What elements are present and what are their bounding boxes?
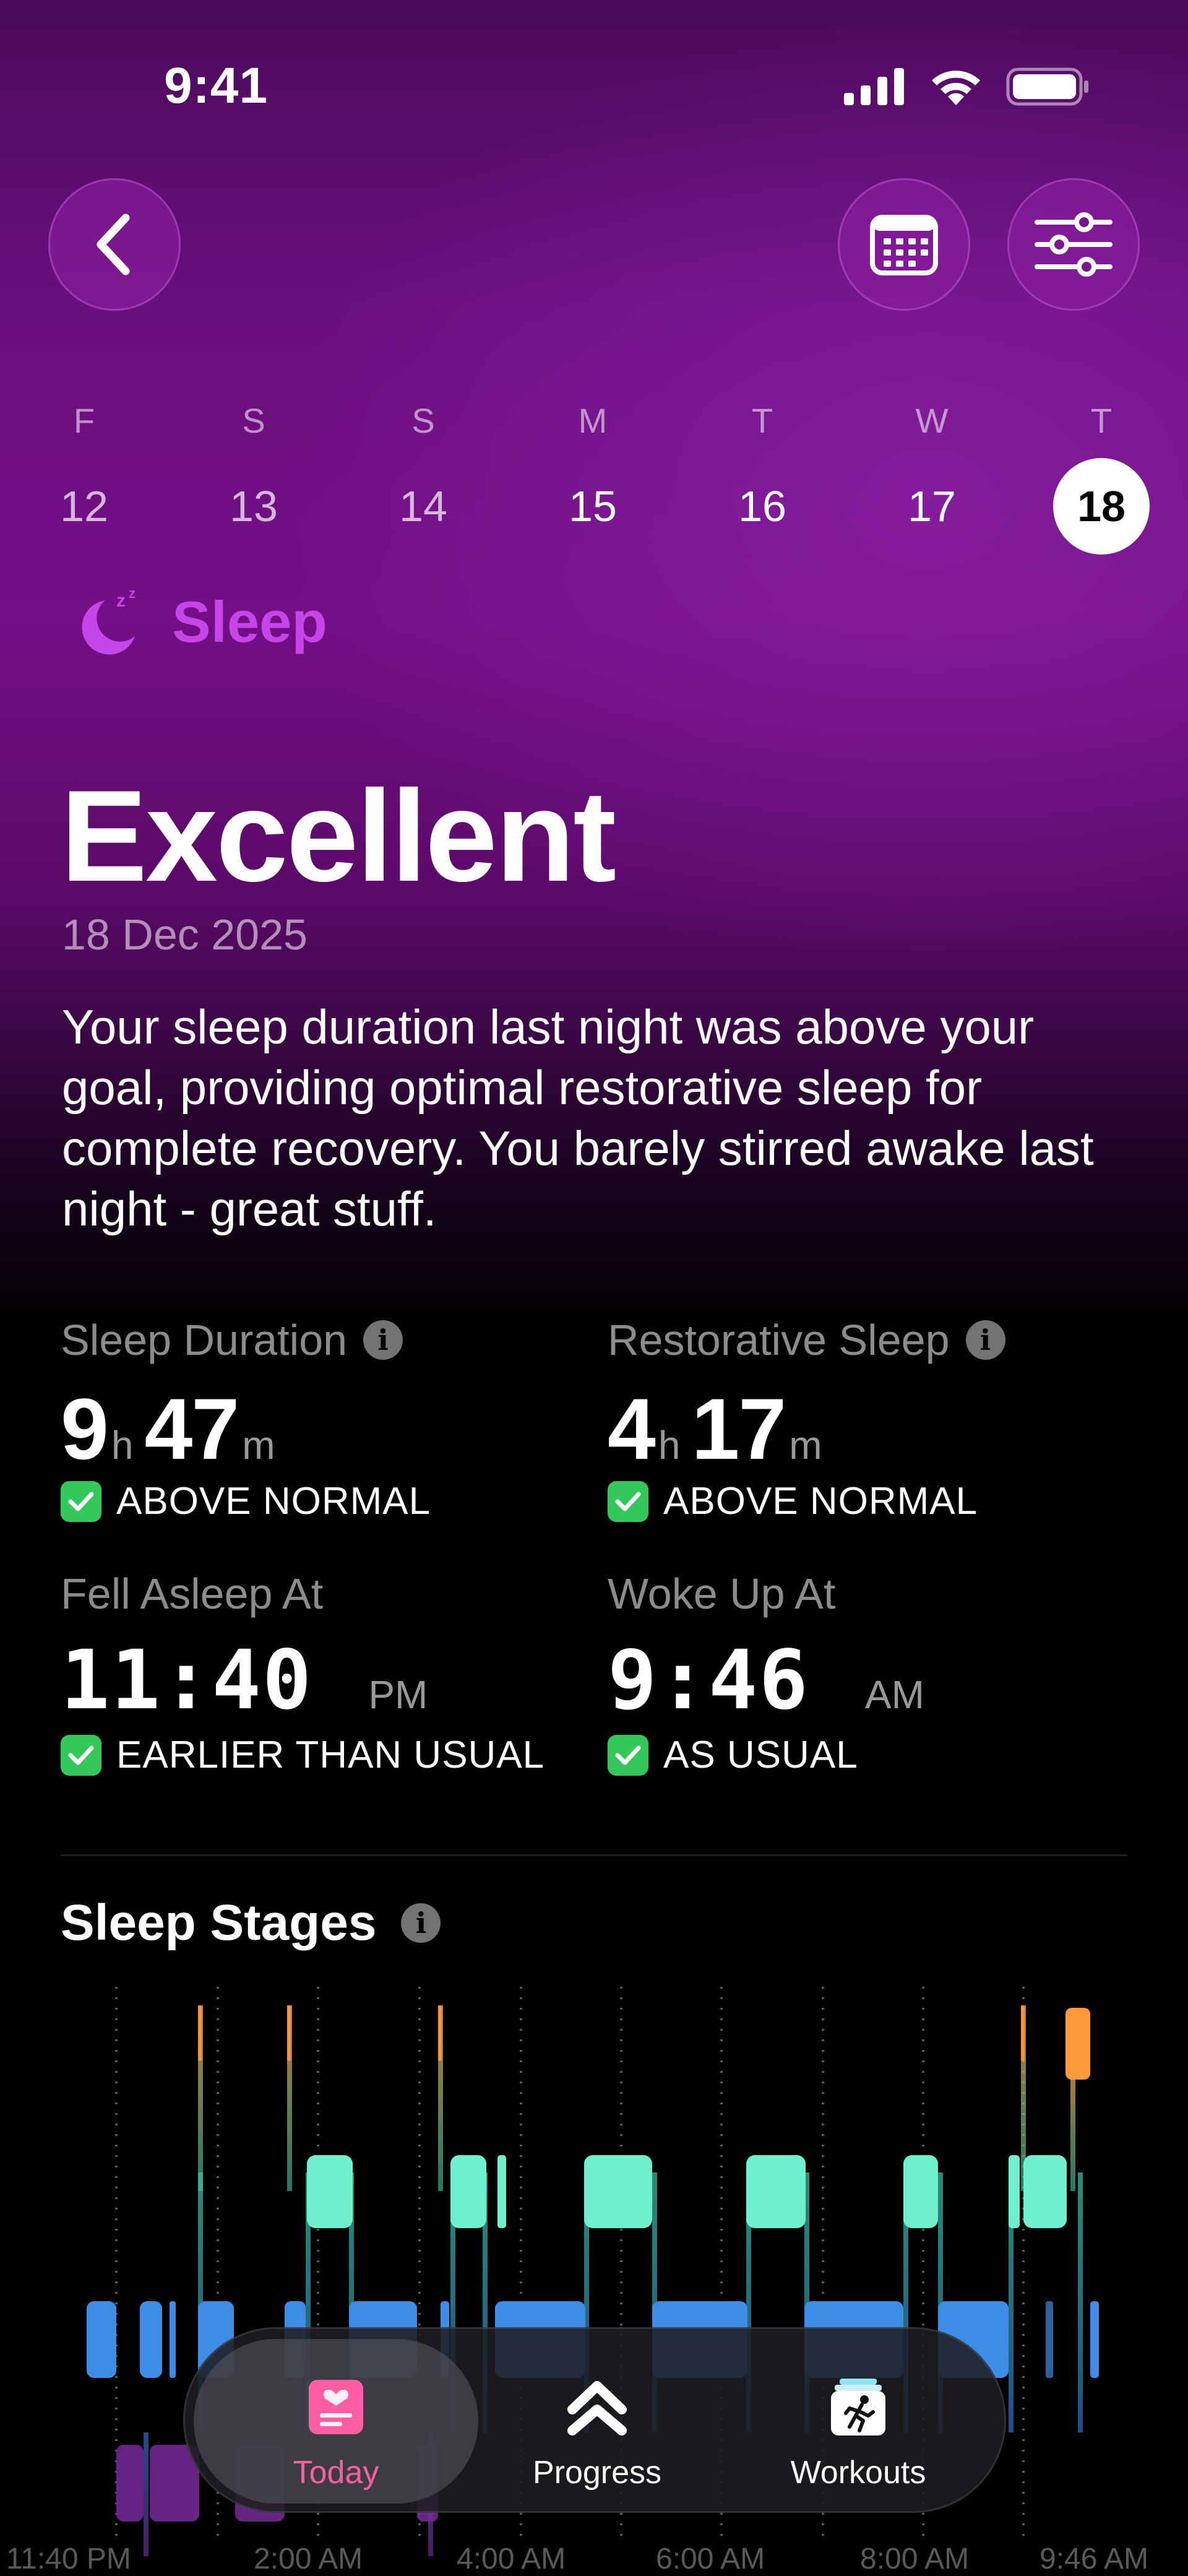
metric-status: EARLIER THAN USUAL (61, 1733, 568, 1777)
day-letter: T (751, 401, 773, 440)
cellular-signal-icon (844, 68, 904, 105)
chevron-left-icon (97, 214, 130, 275)
sleep-stages-title: Sleep Stages (61, 1895, 377, 1951)
axis-label: 2:00 AM (254, 2543, 363, 2575)
section-divider (61, 1854, 1127, 1856)
status-icons (844, 67, 1089, 106)
axis-label: 4:00 AM (457, 2543, 566, 2575)
day-wed-17[interactable]: W 17 (882, 396, 981, 555)
day-letter: F (73, 401, 95, 440)
stage-rem (307, 2155, 1067, 2228)
info-icon[interactable]: i (401, 1903, 441, 1943)
day-number: 12 (60, 482, 108, 530)
chart-axis-labels: 11:40 PM 2:00 AM 4:00 AM 6:00 AM 8:00 AM… (6, 2543, 1148, 2575)
axis-label: 9:46 AM (1040, 2543, 1148, 2575)
battery-icon (1006, 67, 1088, 106)
calendar-icon (870, 215, 938, 275)
status-time: 9:41 (164, 58, 269, 114)
metric-label: Woke Up At (608, 1570, 836, 1618)
metric-restorative-sleep: Restorative Sleep i 4 h 17 m ABOVE NORMA… (608, 1312, 1115, 1523)
day-letter: S (411, 401, 435, 440)
metric-value: 9:46 AM (608, 1633, 924, 1728)
metric-value: 9 h 47 m (61, 1380, 275, 1477)
day-number: 15 (569, 482, 617, 530)
metric-fell-asleep: Fell Asleep At 11:40 PM EARLIER THAN USU… (61, 1566, 568, 1777)
day-mon-15[interactable]: M 15 (543, 396, 642, 555)
sleep-date: 18 Dec 2025 (62, 910, 308, 959)
day-number: 14 (399, 482, 447, 530)
week-day-selector: F 12 S 13 S 14 M 15 T 16 W 17 T 18 (0, 396, 1188, 557)
day-letter: S (242, 401, 265, 440)
metric-sleep-duration: Sleep Duration i 9 h 47 m ABOVE NORMAL (61, 1312, 568, 1523)
day-letter: W (915, 401, 949, 440)
metric-label: Sleep Duration i (61, 1312, 568, 1368)
tab-progress[interactable]: Progress (455, 2339, 739, 2504)
bottom-tab-bar: Today Progress Workouts (183, 2327, 1006, 2513)
sleep-stages-header: Sleep Stages i (61, 1894, 441, 1952)
metric-status: ABOVE NORMAL (608, 1479, 1115, 1523)
day-letter: M (578, 401, 608, 440)
svg-text:z: z (129, 588, 136, 601)
axis-label: 8:00 AM (860, 2543, 969, 2575)
tab-label: Progress (532, 2455, 662, 2491)
metric-label: Restorative Sleep i (608, 1312, 1115, 1368)
journal-heart-icon (309, 2380, 363, 2434)
checkmark-icon (61, 1734, 101, 1776)
filter-settings-button[interactable] (1007, 178, 1140, 311)
svg-text:z: z (116, 590, 126, 611)
day-tue-16[interactable]: T 16 (713, 396, 812, 555)
checkmark-icon (608, 1734, 648, 1776)
checkmark-icon (61, 1480, 101, 1522)
sliders-icon (1035, 212, 1113, 277)
axis-label: 11:40 PM (6, 2543, 131, 2575)
day-number: 13 (230, 482, 278, 530)
tab-label: Today (293, 2455, 379, 2491)
wifi-icon (932, 71, 980, 105)
metric-status: ABOVE NORMAL (61, 1479, 568, 1523)
metric-value: 4 h 17 m (608, 1380, 822, 1477)
sleep-summary: Your sleep duration last night was above… (62, 1000, 1094, 1236)
metric-woke-up: Woke Up At 9:46 AM AS USUAL (608, 1566, 1115, 1777)
info-icon[interactable]: i (965, 1320, 1005, 1360)
metric-value: 11:40 PM (61, 1633, 428, 1728)
day-fri-12[interactable]: F 12 (35, 396, 134, 555)
calendar-button[interactable] (838, 178, 970, 311)
day-letter: T (1090, 401, 1113, 440)
checkmark-icon (608, 1480, 648, 1522)
day-number: 18 (1053, 458, 1150, 555)
axis-label: 6:00 AM (656, 2543, 765, 2575)
day-sun-14[interactable]: S 14 (374, 396, 473, 555)
chevrons-up-icon (567, 2381, 627, 2436)
category-label: Sleep (172, 589, 327, 654)
sleep-category: z z Sleep (73, 588, 327, 656)
tab-label: Workouts (790, 2455, 926, 2491)
stage-awake (198, 2005, 1090, 2080)
day-thu-18-selected[interactable]: T 18 (1052, 396, 1151, 555)
metric-status: AS USUAL (608, 1733, 1115, 1777)
day-sat-13[interactable]: S 13 (204, 396, 303, 555)
day-number: 16 (738, 482, 786, 530)
running-figure-icon (831, 2379, 885, 2436)
info-icon[interactable]: i (363, 1320, 403, 1360)
metric-label: Fell Asleep At (61, 1570, 324, 1618)
day-number: 17 (908, 482, 956, 530)
back-button[interactable] (48, 178, 181, 311)
tab-today[interactable]: Today (194, 2339, 478, 2504)
moon-zzz-icon: z z (82, 588, 136, 655)
sleep-rating-title: Excellent (61, 763, 616, 909)
tab-workouts[interactable]: Workouts (716, 2339, 1001, 2504)
